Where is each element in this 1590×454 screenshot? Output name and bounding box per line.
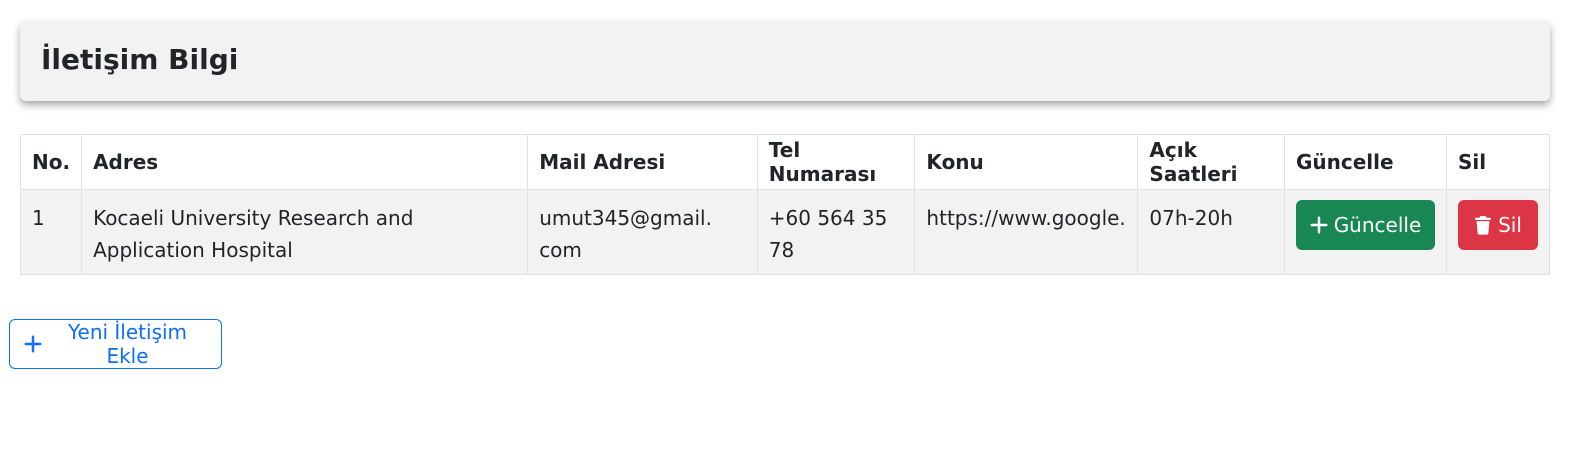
cell-konu-text: https://www.google.c xyxy=(926,206,1127,230)
cell-adres: Kocaeli University Research and Applicat… xyxy=(81,189,529,275)
page: İletişim Bilgi No. Adres Mail Adresi Tel… xyxy=(0,0,1590,454)
contacts-table: No. Adres Mail Adresi Tel Numarası Konu … xyxy=(19,134,1551,275)
column-header-no: No. xyxy=(19,134,83,190)
cell-mail: umut345@gmail. com xyxy=(527,189,758,275)
cell-sil: Sil xyxy=(1445,189,1551,275)
update-button-label: Güncelle xyxy=(1333,213,1422,237)
plus-icon xyxy=(1310,216,1328,234)
cell-tel: +60 564 35 78 xyxy=(756,189,916,275)
column-header-acik-saatleri: Açık Saatleri xyxy=(1137,134,1285,190)
cell-konu: https://www.google.c xyxy=(914,189,1139,275)
delete-button-label: Sil xyxy=(1498,213,1522,237)
table-header-row: No. Adres Mail Adresi Tel Numarası Konu … xyxy=(19,134,1551,190)
page-title: İletişim Bilgi xyxy=(41,43,239,76)
column-header-sil: Sil xyxy=(1445,134,1551,190)
cell-guncelle: Güncelle xyxy=(1283,189,1447,275)
table-header: No. Adres Mail Adresi Tel Numarası Konu … xyxy=(19,134,1551,190)
column-header-konu: Konu xyxy=(914,134,1139,190)
add-contact-button[interactable]: Yeni İletişim Ekle xyxy=(9,319,222,369)
column-header-mail: Mail Adresi xyxy=(527,134,758,190)
plus-icon xyxy=(24,335,42,353)
update-button[interactable]: Güncelle xyxy=(1295,200,1435,250)
add-contact-button-label: Yeni İletişim Ekle xyxy=(67,320,188,368)
header-card: İletişim Bilgi xyxy=(20,21,1550,101)
column-header-guncelle: Güncelle xyxy=(1283,134,1447,190)
column-header-tel: Tel Numarası xyxy=(756,134,916,190)
table-row: 1 Kocaeli University Research and Applic… xyxy=(19,189,1551,275)
trash-icon xyxy=(1474,215,1492,235)
delete-button[interactable]: Sil xyxy=(1457,200,1538,250)
cell-acik-saatleri: 07h-20h xyxy=(1137,189,1285,275)
column-header-adres: Adres xyxy=(81,134,529,190)
cell-no: 1 xyxy=(19,189,83,275)
